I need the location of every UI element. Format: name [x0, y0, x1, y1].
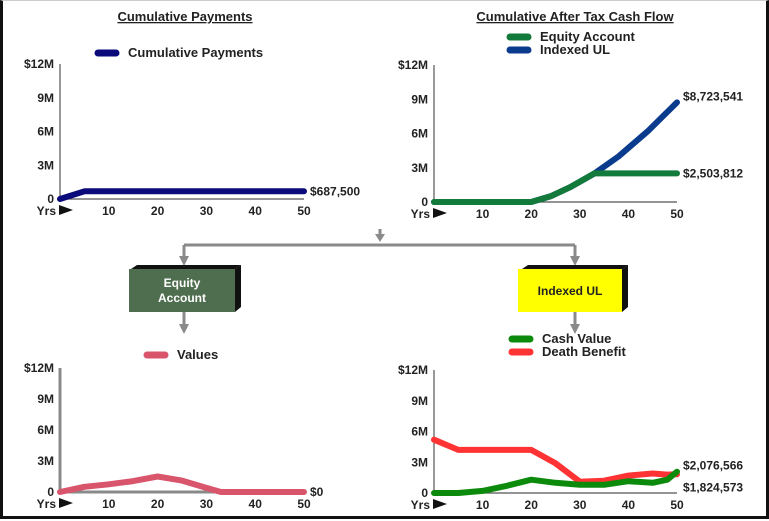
chart-title: Cumulative After Tax Cash Flow [476, 9, 674, 24]
y-tick-label: 9M [37, 91, 54, 105]
series-line-values [57, 473, 307, 495]
arrow-down-icon [375, 234, 385, 242]
x-axis-label: Yrs [37, 204, 57, 218]
chart-cumulative-after-tax-cash-flow: Cumulative After Tax Cash Flow03M6M9M$12… [398, 9, 743, 221]
end-value-label: $0 [310, 485, 324, 499]
x-tick-label: 20 [525, 207, 539, 221]
y-tick-label: $12M [398, 363, 428, 377]
series-line-indexed-ul [431, 99, 680, 205]
chart-indexed-ul-values: 03M6M9M$12M10 20 30 40 50Yrs$1,824,573$2,076… [398, 331, 743, 512]
arrow-down-icon [179, 324, 189, 334]
x-tick-label: 50 [670, 498, 684, 512]
chart-title: Cumulative Payments [117, 9, 252, 24]
legend-label: Death Benefit [542, 344, 626, 359]
legend-label: Values [177, 347, 218, 362]
end-value-label: $2,076,566 [683, 459, 743, 473]
chart-cumulative-payments: Cumulative Payments03M6M9M$12M10 20 30 40 50… [24, 9, 360, 218]
series-line-death-benefit [431, 436, 680, 485]
x-tick-label: 30 [200, 497, 214, 511]
equity-account-box-line1: Equity [164, 276, 201, 290]
y-tick-label: 6M [37, 125, 54, 139]
x-tick-label: 50 [297, 204, 311, 218]
y-tick-label: $12M [398, 58, 428, 72]
play-arrow-icon [59, 498, 73, 508]
end-value-label: $2,503,812 [683, 166, 743, 180]
arrow-down-icon [179, 256, 189, 266]
y-tick-label: 9M [37, 392, 54, 406]
play-arrow-icon [59, 205, 73, 215]
x-tick-label: 50 [670, 207, 684, 221]
y-tick-label: 6M [411, 127, 428, 141]
y-tick-label: 6M [37, 423, 54, 437]
x-tick-label: 30 [573, 207, 587, 221]
x-axis-label: Yrs [411, 498, 431, 512]
figure-canvas: Equity Account Indexed UL Cumulative Pay… [24, 9, 743, 512]
x-tick-label: 40 [622, 207, 636, 221]
play-arrow-icon [433, 499, 447, 509]
y-tick-label: $12M [24, 361, 54, 375]
x-tick-label: 10 [476, 498, 490, 512]
equity-account-box-line2: Account [158, 291, 206, 305]
chart-equity-account-values: 03M6M9M$12M10 20 30 40 50Yrs$0Values [24, 347, 324, 511]
x-axis-label: Yrs [411, 207, 431, 221]
x-tick-label: 50 [297, 497, 311, 511]
x-tick-label: 10 [102, 204, 116, 218]
x-tick-label: 20 [151, 497, 165, 511]
indexed-ul-box-label: Indexed UL [538, 284, 603, 298]
x-tick-label: 40 [249, 204, 263, 218]
x-tick-label: 10 [476, 207, 490, 221]
y-tick-label: 3M [37, 454, 54, 468]
y-tick-label: 3M [411, 161, 428, 175]
y-tick-label: 9M [411, 394, 428, 408]
play-arrow-icon [433, 208, 447, 218]
x-tick-label: 20 [151, 204, 165, 218]
series-line-cumulative-payments [57, 188, 307, 202]
arrow-down-icon [570, 256, 580, 266]
y-tick-label: 3M [411, 455, 428, 469]
end-value-label: $1,824,573 [683, 480, 743, 494]
legend-label: Cumulative Payments [128, 45, 263, 60]
x-tick-label: 30 [200, 204, 214, 218]
indexed-ul-box: Indexed UL [518, 265, 628, 312]
x-tick-label: 20 [525, 498, 539, 512]
y-tick-label: 9M [411, 92, 428, 106]
equity-account-box: Equity Account [129, 265, 241, 312]
x-tick-label: 40 [249, 497, 263, 511]
x-tick-label: 30 [573, 498, 587, 512]
x-axis-label: Yrs [37, 497, 57, 511]
legend-label: Indexed UL [540, 42, 610, 57]
x-tick-label: 10 [102, 497, 116, 511]
end-value-label: $8,723,541 [683, 89, 743, 103]
y-tick-label: $12M [24, 57, 54, 71]
y-tick-label: 3M [37, 158, 54, 172]
x-tick-label: 40 [622, 498, 636, 512]
end-value-label: $687,500 [310, 184, 360, 198]
y-tick-label: 6M [411, 425, 428, 439]
series-line-equity-account [431, 170, 680, 205]
